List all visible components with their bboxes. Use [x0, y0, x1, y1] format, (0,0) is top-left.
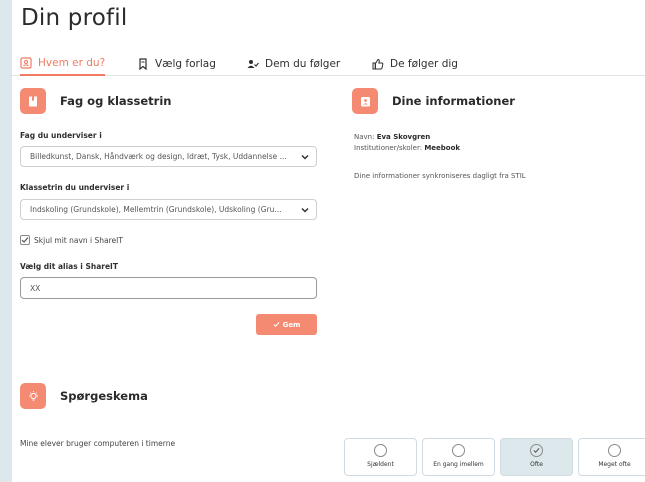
option-label: En gang imellem: [433, 461, 484, 468]
radio-circle-icon: [452, 444, 465, 457]
lightbulb-badge: [20, 383, 46, 409]
chevron-down-icon: [301, 207, 309, 213]
grade-select[interactable]: Indskoling (Grundskole), Mellemtrin (Gru…: [20, 199, 317, 220]
option-label: Sjældent: [367, 461, 394, 468]
subjects-heading-text: Fag og klassetrin: [60, 94, 172, 108]
bookmark-icon: [139, 58, 147, 70]
school-label: Institutioner/skoler:: [354, 144, 423, 152]
survey-heading: Spørgeskema: [20, 383, 148, 409]
lightbulb-icon: [28, 390, 38, 401]
save-button[interactable]: Gem: [256, 314, 317, 335]
option-sjaeldent[interactable]: Sjældent: [344, 438, 417, 476]
grade-select-value: Indskoling (Grundskole), Mellemtrin (Gru…: [30, 205, 282, 214]
radio-check-icon: [530, 444, 543, 457]
alias-input[interactable]: XX: [20, 277, 317, 299]
name-line: Navn: Eva Skovgren: [354, 133, 430, 141]
tab-label: Dem du følger: [265, 58, 341, 70]
profile-page: Din profil Hvem er du? Vælg forlag Dem d…: [12, 0, 645, 482]
hide-name-label: Skjul mit navn i ShareIT: [34, 235, 123, 245]
tab-label: Vælg forlag: [155, 58, 216, 70]
tab-hvem-er-du[interactable]: Hvem er du?: [20, 52, 106, 76]
option-ofte[interactable]: Ofte: [500, 438, 573, 476]
option-label: Meget ofte: [598, 461, 631, 468]
radio-circle-icon: [608, 444, 621, 457]
option-en-gang-imellem[interactable]: En gang imellem: [422, 438, 495, 476]
page-title: Din profil: [21, 5, 128, 31]
hide-name-row[interactable]: Skjul mit navn i ShareIT: [20, 235, 123, 245]
school-value: Meebook: [424, 144, 461, 152]
tab-label: De følger dig: [390, 58, 458, 70]
subjects-heading: Fag og klassetrin: [20, 88, 171, 114]
tab-bar: Hvem er du? Vælg forlag Dem du følger De…: [12, 48, 645, 76]
survey-heading-text: Spørgeskema: [60, 389, 148, 403]
sync-note: Dine informationer synkroniseres dagligt…: [354, 172, 526, 180]
tab-dem-du-foelger[interactable]: Dem du følger: [247, 52, 340, 76]
profile-badge: [352, 88, 378, 114]
name-label: Navn:: [354, 133, 375, 141]
save-label: Gem: [282, 320, 301, 329]
tab-vaelg-forlag[interactable]: Vælg forlag: [137, 52, 216, 76]
book-icon: [28, 96, 37, 106]
alias-value: XX: [30, 283, 41, 293]
profile-card-icon: [360, 96, 370, 106]
chevron-down-icon: [301, 154, 309, 160]
tab-label: Hvem er du?: [38, 57, 106, 69]
thumbs-up-icon: [372, 58, 384, 70]
hide-name-checkbox[interactable]: [20, 235, 30, 245]
school-line: Institutioner/skoler: Meebook: [354, 144, 460, 152]
subject-select[interactable]: Billedkunst, Dansk, Håndværk og design, …: [20, 146, 317, 167]
option-label: Ofte: [530, 461, 543, 468]
option-meget-ofte[interactable]: Meget ofte: [578, 438, 645, 476]
name-value: Eva Skovgren: [376, 133, 431, 141]
user-check-icon: [247, 60, 259, 68]
survey-question: Mine elever bruger computeren i timerne: [20, 439, 176, 448]
subject-select-value: Billedkunst, Dansk, Håndværk og design, …: [30, 152, 287, 161]
check-icon: [533, 447, 540, 454]
grade-label: Klassetrin du underviser i: [20, 183, 130, 192]
radio-circle-icon: [374, 444, 387, 457]
check-icon: [273, 321, 280, 328]
subject-label: Fag du underviser i: [20, 131, 102, 140]
check-icon: [21, 237, 29, 243]
book-badge: [20, 88, 46, 114]
id-card-icon: [20, 57, 32, 69]
alias-label: Vælg dit alias i ShareIT: [20, 262, 118, 271]
info-heading-text: Dine informationer: [392, 94, 515, 108]
info-heading: Dine informationer: [352, 88, 515, 114]
tab-de-foelger-dig[interactable]: De følger dig: [372, 52, 458, 76]
